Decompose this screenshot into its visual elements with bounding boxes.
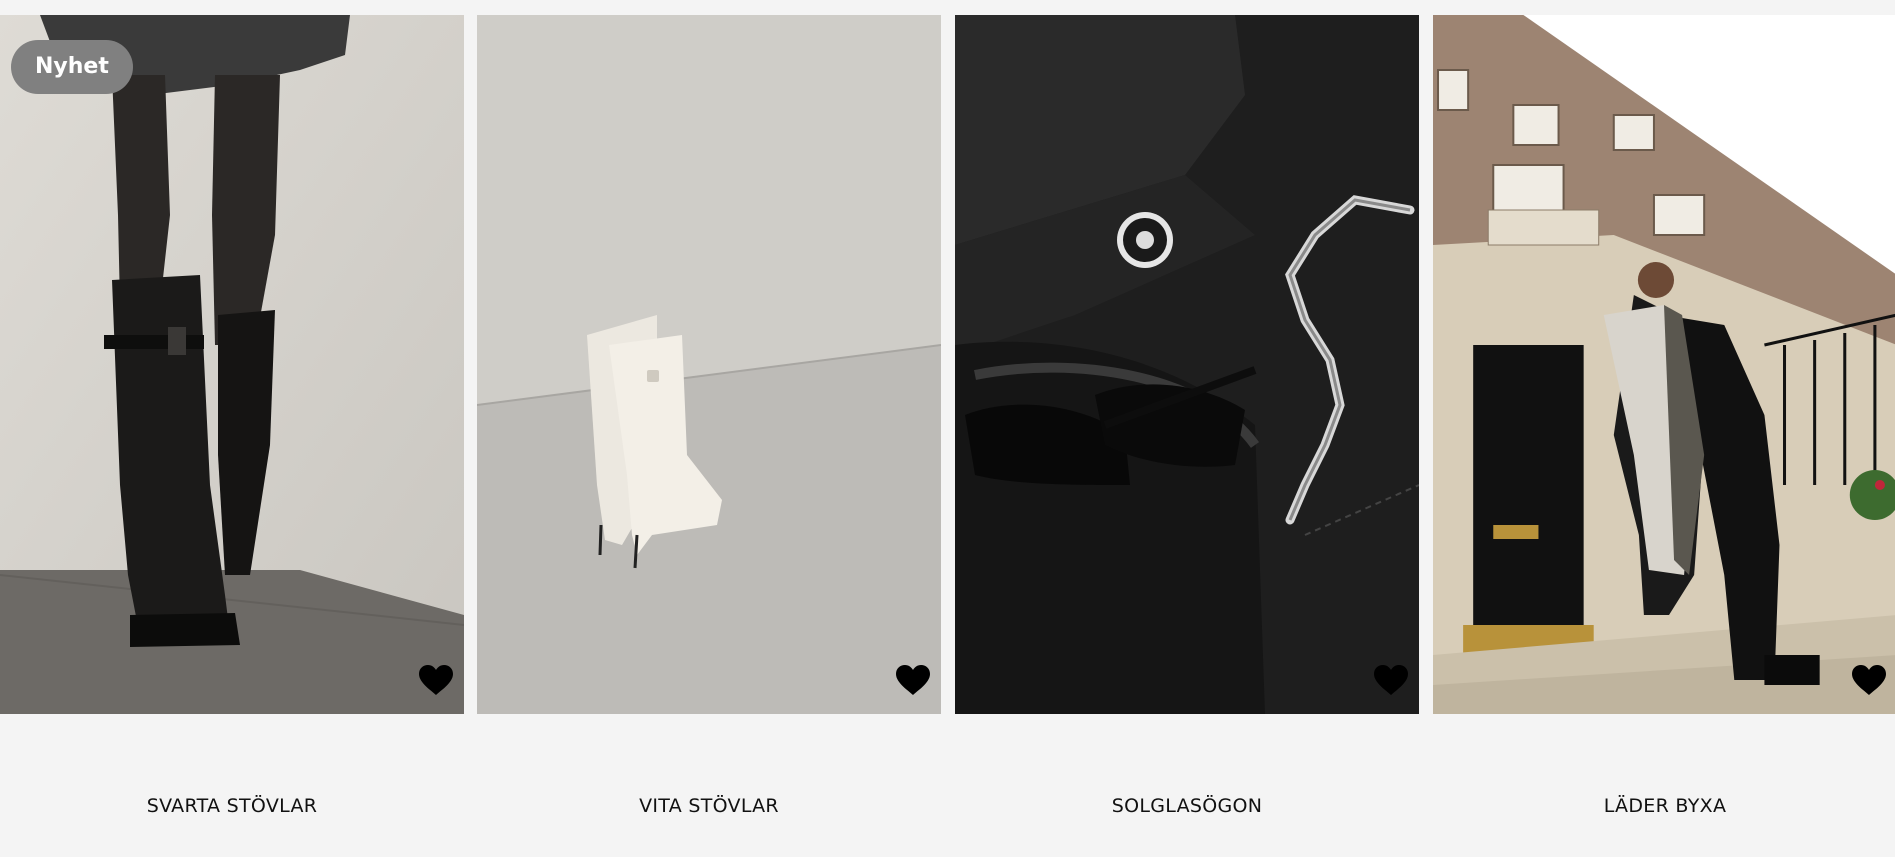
product-card-solglasogon[interactable]: SOLGLASÖGON [955,15,1419,857]
product-image[interactable] [477,15,941,714]
heart-icon[interactable] [418,664,454,696]
product-title[interactable]: VITA STÖVLAR [477,795,941,817]
product-card-vita-stovlar[interactable]: VITA STÖVLAR [477,15,941,857]
sunglasses-and-bag-photo [955,15,1419,714]
product-image[interactable] [955,15,1419,714]
product-image[interactable]: Nyhet [0,15,464,714]
white-boots-photo [477,15,941,714]
heart-icon[interactable] [895,664,931,696]
leather-pants-street-photo [1433,15,1895,714]
heart-icon[interactable] [1851,664,1887,696]
product-title[interactable]: SVARTA STÖVLAR [0,795,464,817]
product-card-lader-byxa[interactable]: LÄDER BYXA [1433,15,1895,857]
product-image[interactable] [1433,15,1895,714]
product-title[interactable]: SOLGLASÖGON [955,795,1419,817]
new-badge: Nyhet [11,40,133,94]
product-title[interactable]: LÄDER BYXA [1433,795,1895,817]
black-knee-boots-photo [0,15,464,714]
product-grid: Nyhet SVARTA STÖVLAR VITA STÖVLAR SOLGLA… [0,15,1895,857]
product-card-svarta-stovlar[interactable]: Nyhet SVARTA STÖVLAR [0,15,464,857]
heart-icon[interactable] [1373,664,1409,696]
